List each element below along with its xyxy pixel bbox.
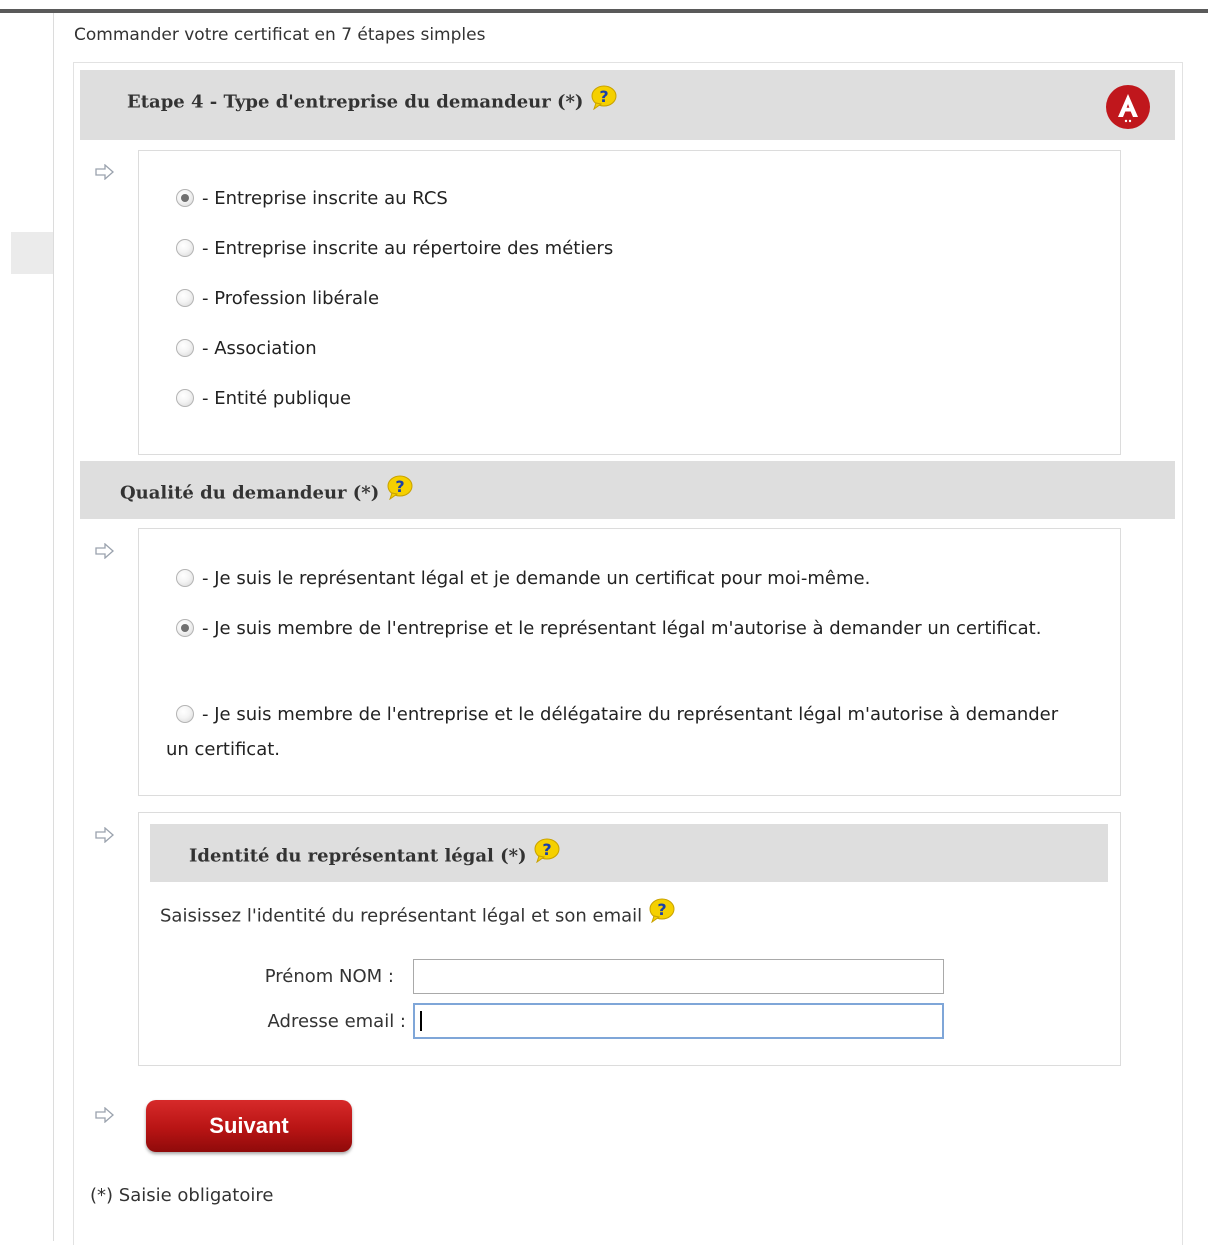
svg-text:?: ? [599,87,608,106]
page-heading: Commander votre certificat en 7 étapes s… [74,25,486,45]
svg-text:?: ? [542,840,551,859]
identity-header-bar: Identité du représentant légal (*) ? [150,824,1108,882]
identity-title: Identité du représentant légal (*) [189,845,527,867]
step-header-bar: Etape 4 - Type d'entreprise du demandeur… [80,70,1175,140]
radio-label: - Entreprise inscrite au répertoire des … [202,238,614,259]
svg-text:?: ? [657,900,666,919]
radio-option-rcs[interactable]: - Entreprise inscrite au RCS [176,188,448,210]
radio-button[interactable] [176,289,194,307]
left-sidebar-border [53,13,54,1241]
radio-option-association[interactable]: - Association [176,338,317,360]
svg-text:?: ? [395,477,404,496]
quality-title: Qualité du demandeur (*) [120,482,380,504]
radio-button[interactable] [176,389,194,407]
next-button[interactable]: Suivant [146,1100,352,1152]
quality-header: Qualité du demandeur (*) ? [120,475,413,506]
help-icon[interactable]: ? [590,85,617,110]
radio-label: - Entreprise inscrite au RCS [202,188,448,209]
radio-label: - Profession libérale [202,288,380,309]
quality-option-legal-rep[interactable]: - Je suis le représentant légal et je de… [166,561,1066,596]
radio-button[interactable] [176,619,194,637]
quality-option-member-delegate[interactable]: - Je suis membre de l'entreprise et le d… [166,697,1066,767]
arrow-right-icon [95,1106,115,1124]
radio-label: - Je suis membre de l'entreprise et le r… [202,618,1042,639]
instruction-text: Saisissez l'identité du représentant lég… [160,905,643,927]
arrow-right-icon [95,163,115,181]
help-icon[interactable]: ? [648,898,675,923]
name-label: Prénom NOM : [264,966,394,987]
identity-header: Identité du représentant légal (*) ? [189,838,560,869]
help-icon[interactable]: ? [533,838,560,863]
top-divider-bar [0,9,1208,13]
radio-option-liberale[interactable]: - Profession libérale [176,288,379,310]
quality-option-member-authorized[interactable]: - Je suis membre de l'entreprise et le r… [166,611,1066,646]
identity-instruction: Saisissez l'identité du représentant lég… [160,898,675,929]
required-note: (*) Saisie obligatoire [90,1185,274,1206]
step-title: Etape 4 - Type d'entreprise du demandeur… [127,91,584,113]
radio-label: - Entité publique [202,388,352,409]
radio-button[interactable] [176,189,194,207]
step-header: Etape 4 - Type d'entreprise du demandeur… [127,85,617,115]
radio-option-metiers[interactable]: - Entreprise inscrite au répertoire des … [176,238,613,260]
email-input[interactable] [413,1003,944,1039]
radio-label: - Je suis membre de l'entreprise et le d… [166,704,1059,760]
quality-header-bar: Qualité du demandeur (*) ? [80,461,1175,519]
radio-button[interactable] [176,705,194,723]
sidebar-stub [11,232,53,274]
help-icon[interactable]: ? [386,475,413,500]
radio-label: - Je suis le représentant légal et je de… [202,568,871,589]
radio-button[interactable] [176,239,194,257]
radio-button[interactable] [176,569,194,587]
arrow-right-icon [95,542,115,560]
name-input[interactable] [413,959,944,994]
radio-option-entite-publique[interactable]: - Entité publique [176,388,351,410]
brand-logo-icon [1102,84,1155,130]
radio-label: - Association [202,338,317,359]
radio-button[interactable] [176,339,194,357]
arrow-right-icon [95,826,115,844]
email-label: Adresse email : [267,1011,406,1032]
text-caret [420,1011,422,1031]
